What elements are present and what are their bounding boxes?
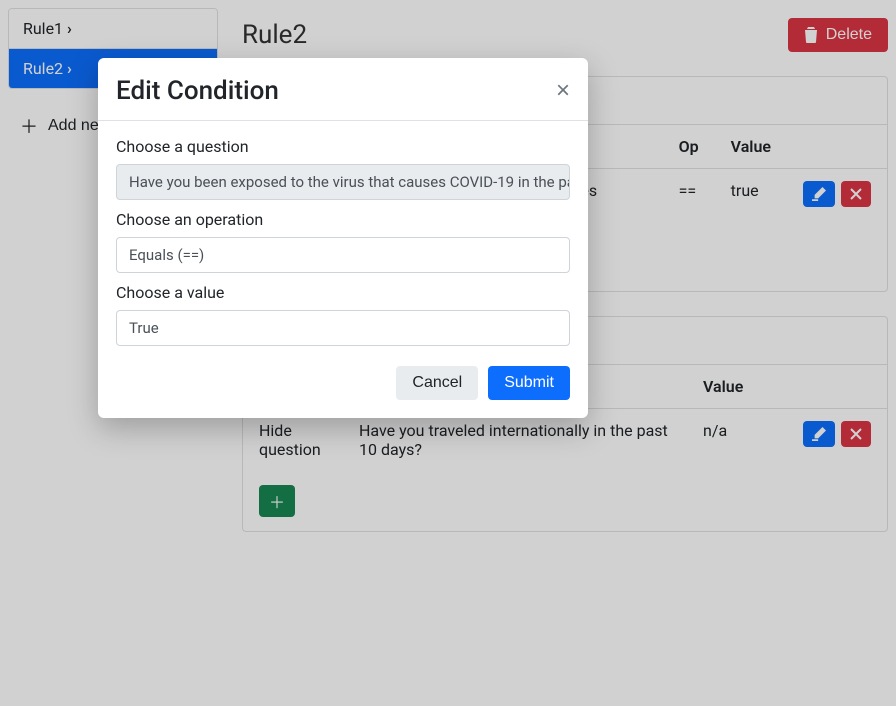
question-select[interactable]: Have you been exposed to the virus that …: [116, 164, 570, 200]
value-select[interactable]: True: [116, 310, 570, 346]
modal-title: Edit Condition: [116, 76, 279, 106]
cancel-button[interactable]: Cancel: [396, 366, 478, 400]
submit-button[interactable]: Submit: [488, 366, 570, 400]
operation-label: Choose an operation: [116, 210, 570, 229]
close-icon: ×: [556, 77, 570, 104]
value-label: Choose a value: [116, 283, 570, 302]
close-modal-button[interactable]: ×: [556, 79, 570, 103]
edit-condition-modal: Edit Condition × Choose a question Have …: [98, 58, 588, 418]
operation-select[interactable]: Equals (==): [116, 237, 570, 273]
question-label: Choose a question: [116, 137, 570, 156]
